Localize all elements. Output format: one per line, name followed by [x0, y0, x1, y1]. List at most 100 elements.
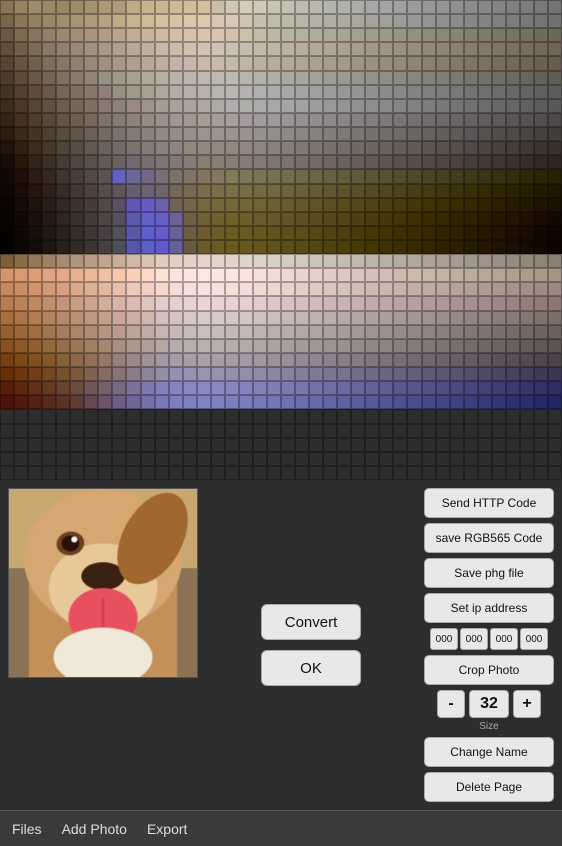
pixel-cell: [393, 381, 407, 395]
pixel-cell: [225, 71, 239, 85]
size-minus-button[interactable]: -: [437, 690, 465, 718]
change-name-button[interactable]: Change Name: [424, 737, 554, 767]
pixel-cell: [379, 339, 393, 353]
pixel-cell: [295, 0, 309, 14]
pixel-cell: [422, 452, 436, 466]
pixel-cell: [393, 367, 407, 381]
pixel-cell: [436, 395, 450, 409]
pixel-cell: [14, 198, 28, 212]
pixel-cell: [351, 240, 365, 254]
pixel-cell: [281, 395, 295, 409]
pixel-cell: [267, 409, 281, 423]
pixel-cell: [351, 42, 365, 56]
pixel-cell: [126, 155, 140, 169]
pixel-cell: [211, 28, 225, 42]
pixel-cell: [70, 56, 84, 70]
pixel-cell: [0, 240, 14, 254]
ip-field-4[interactable]: [520, 628, 548, 650]
pixel-cell: [197, 113, 211, 127]
pixel-cell: [492, 226, 506, 240]
ip-field-2[interactable]: [460, 628, 488, 650]
pixel-cell: [42, 0, 56, 14]
pixel-cell: [407, 353, 421, 367]
pixel-cell: [365, 0, 379, 14]
pixel-cell: [253, 127, 267, 141]
set-ip-button[interactable]: Set ip address: [424, 593, 554, 623]
save-rgb565-button[interactable]: save RGB565 Code: [424, 523, 554, 553]
pixel-cell: [351, 226, 365, 240]
pixel-cell: [14, 452, 28, 466]
pixel-cell: [126, 311, 140, 325]
pixel-cell: [56, 353, 70, 367]
pixel-cell: [506, 113, 520, 127]
pixel-cell: [126, 198, 140, 212]
pixel-cell: [422, 282, 436, 296]
pixel-cell: [478, 353, 492, 367]
pixel-cell: [211, 113, 225, 127]
pixel-cell: [323, 381, 337, 395]
pixel-cell: [323, 367, 337, 381]
crop-photo-button[interactable]: Crop Photo: [424, 655, 554, 685]
pixel-cell: [0, 339, 14, 353]
size-plus-button[interactable]: +: [513, 690, 541, 718]
pixel-cell: [492, 212, 506, 226]
ok-button[interactable]: OK: [261, 650, 361, 686]
pixel-cell: [351, 353, 365, 367]
pixel-cell: [351, 438, 365, 452]
pixel-cell: [169, 325, 183, 339]
pixel-cell: [281, 155, 295, 169]
save-phg-button[interactable]: Save phg file: [424, 558, 554, 588]
pixel-cell: [84, 381, 98, 395]
pixel-cell: [478, 85, 492, 99]
pixel-cell: [141, 113, 155, 127]
pixel-cell: [520, 395, 534, 409]
pixel-cell: [351, 198, 365, 212]
pixel-cell: [98, 240, 112, 254]
pixel-cell: [197, 141, 211, 155]
delete-page-button[interactable]: Delete Page: [424, 772, 554, 802]
ip-field-3[interactable]: [490, 628, 518, 650]
pixel-cell: [478, 212, 492, 226]
pixel-cell: [197, 325, 211, 339]
pixel-cell: [436, 99, 450, 113]
convert-button[interactable]: Convert: [261, 604, 361, 640]
pixel-cell: [323, 339, 337, 353]
pixel-cell: [520, 438, 534, 452]
pixel-cell: [84, 339, 98, 353]
files-button[interactable]: Files: [12, 821, 42, 837]
pixel-cell: [478, 71, 492, 85]
export-button[interactable]: Export: [147, 821, 187, 837]
pixel-cell: [548, 85, 562, 99]
pixel-cell: [70, 381, 84, 395]
pixel-cell: [155, 353, 169, 367]
send-http-button[interactable]: Send HTTP Code: [424, 488, 554, 518]
pixel-cell: [183, 395, 197, 409]
pixel-cell: [506, 226, 520, 240]
pixel-cell: [98, 339, 112, 353]
pixel-cell: [211, 395, 225, 409]
pixel-cell: [351, 311, 365, 325]
pixel-cell: [464, 169, 478, 183]
pixel-cell: [84, 71, 98, 85]
pixel-cell: [253, 268, 267, 282]
pixel-cell: [393, 325, 407, 339]
pixel-cell: [309, 395, 323, 409]
pixel-cell: [141, 14, 155, 28]
ip-field-1[interactable]: [430, 628, 458, 650]
pixel-cell: [0, 254, 14, 268]
pixel-cell: [323, 282, 337, 296]
pixel-cell: [126, 452, 140, 466]
pixel-cell: [436, 113, 450, 127]
pixel-cell: [155, 113, 169, 127]
pixel-cell: [422, 113, 436, 127]
pixel-cell: [464, 339, 478, 353]
pixel-cell: [534, 282, 548, 296]
pixel-cell: [520, 240, 534, 254]
pixel-cell: [520, 381, 534, 395]
pixel-cell: [183, 169, 197, 183]
pixel-cell: [155, 339, 169, 353]
pixel-cell: [169, 395, 183, 409]
pixel-cell: [14, 353, 28, 367]
pixel-cell: [436, 268, 450, 282]
add-photo-button[interactable]: Add Photo: [62, 821, 127, 837]
